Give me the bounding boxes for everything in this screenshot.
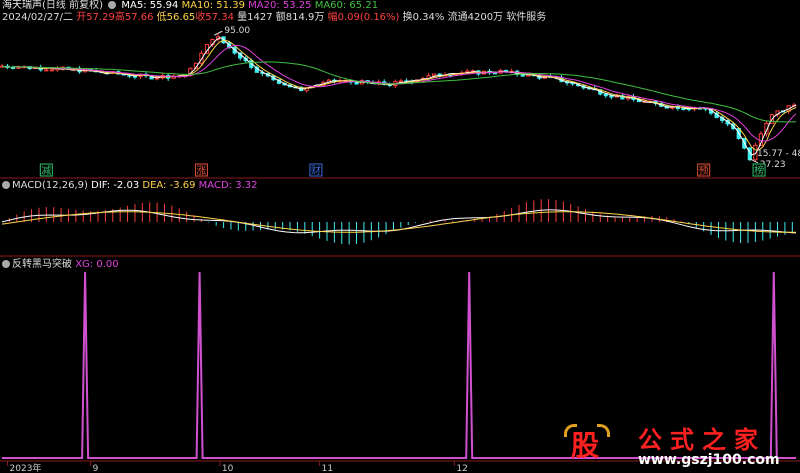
candle — [492, 72, 498, 75]
candle — [603, 93, 608, 97]
open-label: 开57.29 — [76, 12, 115, 23]
event-marker-label: 财 — [311, 164, 321, 177]
chart-mode: (日线 前复权) — [42, 0, 103, 11]
sector-label: 软件服务 — [506, 12, 547, 23]
signal-header: 反转黑马突破 XG: 0.00 — [2, 259, 119, 271]
stock-name: 海天瑞声 — [2, 0, 42, 11]
volume-label: 量1427 — [237, 12, 273, 23]
macd-title: MACD(12,26,9) — [12, 180, 88, 191]
event-marker-label: 减 — [41, 165, 51, 177]
signal-title: 反转黑马突破 — [12, 259, 72, 270]
candle — [44, 69, 49, 72]
turnover-label: 换0.34% — [402, 12, 445, 23]
candle — [431, 73, 437, 77]
change-label: 幅0.09(0.16%) — [327, 12, 400, 23]
event-marker-label: 涨 — [196, 165, 206, 177]
brand-glyph: 股 — [571, 429, 600, 462]
x-tick-label: 12 — [456, 464, 467, 473]
macd-value-label: MACD: 3.32 — [198, 180, 258, 191]
event-marker-label: 预 — [699, 165, 709, 177]
watermark-url: www.gszj100.com — [638, 452, 780, 468]
candle — [49, 69, 54, 72]
ma5-line — [1, 37, 797, 156]
close-label: 收57.34 — [195, 12, 234, 23]
signal-collapse-icon[interactable] — [2, 260, 10, 268]
float-label: 流通4200万 — [447, 12, 504, 23]
settings-icon[interactable] — [108, 1, 117, 9]
dea-line — [1, 211, 796, 233]
ma5-label: MA5: 55.94 — [121, 0, 179, 11]
ma20-label: MA20: 53.25 — [248, 0, 312, 11]
bull-logo: 股 — [564, 420, 610, 466]
date-label: 2024/02/27/二 — [2, 12, 74, 23]
amount-label: 额814.9万 — [275, 12, 325, 23]
watermark: 股 公式之家 www.gszj100.com — [560, 418, 798, 472]
ma60-label: MA60: 65.21 — [314, 0, 379, 11]
ma20-line — [1, 44, 797, 142]
candle — [398, 80, 403, 83]
price-header: 海天瑞声(日线 前复权) MA5: 55.94 MA10: 51.39 MA20… — [2, 0, 800, 24]
high-label: 高57.66 — [114, 12, 154, 23]
ma10-line — [1, 39, 797, 151]
high-price-label: 95.00 — [224, 26, 250, 36]
x-tick-label: 11 — [322, 464, 333, 473]
watermark-title: 公式之家 — [638, 426, 766, 454]
low-label: 低56.65 — [156, 12, 196, 23]
macd-header: MACD(12,26,9) DIF: -2.03 DEA: -3.69 MACD… — [2, 180, 257, 192]
x-tick-label: 2023年 — [10, 462, 42, 473]
x-tick-label: 10 — [222, 464, 234, 473]
dea-label: DEA: -3.69 — [142, 180, 196, 191]
right-price-label: 15.77 - 48 — [757, 149, 800, 159]
ma10-label: MA10: 51.39 — [181, 0, 245, 11]
stock-chart[interactable]: 95.0027.2315.77 - 48减涨财预榜2023年 9 10 11 12 — [0, 0, 800, 473]
dif-label: DIF: -2.03 — [91, 180, 140, 191]
macd-collapse-icon[interactable] — [2, 181, 10, 189]
event-marker-label: 榜 — [754, 164, 764, 177]
ma60-line — [1, 61, 797, 123]
x-tick-label: 9 — [93, 464, 99, 473]
xg-label: XG: 0.00 — [75, 259, 119, 270]
